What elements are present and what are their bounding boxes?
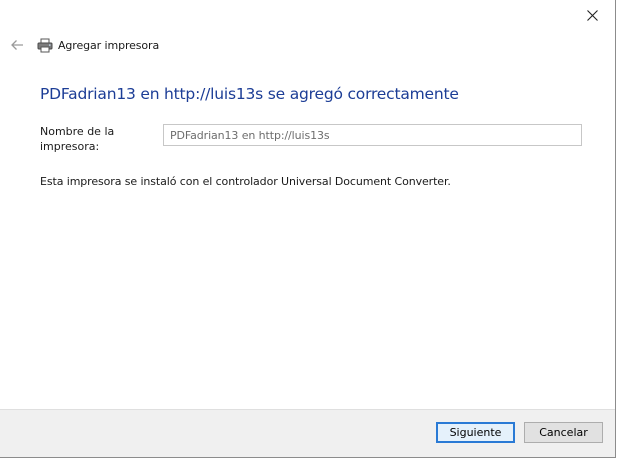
window-title: Agregar impresora: [58, 38, 160, 52]
add-printer-dialog: Agregar impresora PDFadrian13 en http://…: [0, 0, 616, 458]
next-button[interactable]: Siguiente: [436, 422, 515, 443]
printer-icon: [36, 36, 54, 54]
back-button[interactable]: [8, 36, 26, 54]
title-bar: Agregar impresora: [8, 34, 159, 56]
close-icon: [586, 9, 598, 21]
cancel-button[interactable]: Cancelar: [524, 422, 603, 443]
printer-name-field[interactable]: [163, 124, 582, 146]
printer-name-label: Nombre de la impresora:: [40, 125, 115, 153]
driver-info-text: Esta impresora se instaló con el control…: [40, 175, 451, 188]
page-heading: PDFadrian13 en http://luis13s se agregó …: [40, 85, 459, 103]
close-button[interactable]: [569, 0, 615, 30]
dialog-footer: Siguiente Cancelar: [0, 409, 615, 457]
back-arrow-icon: [11, 40, 23, 50]
